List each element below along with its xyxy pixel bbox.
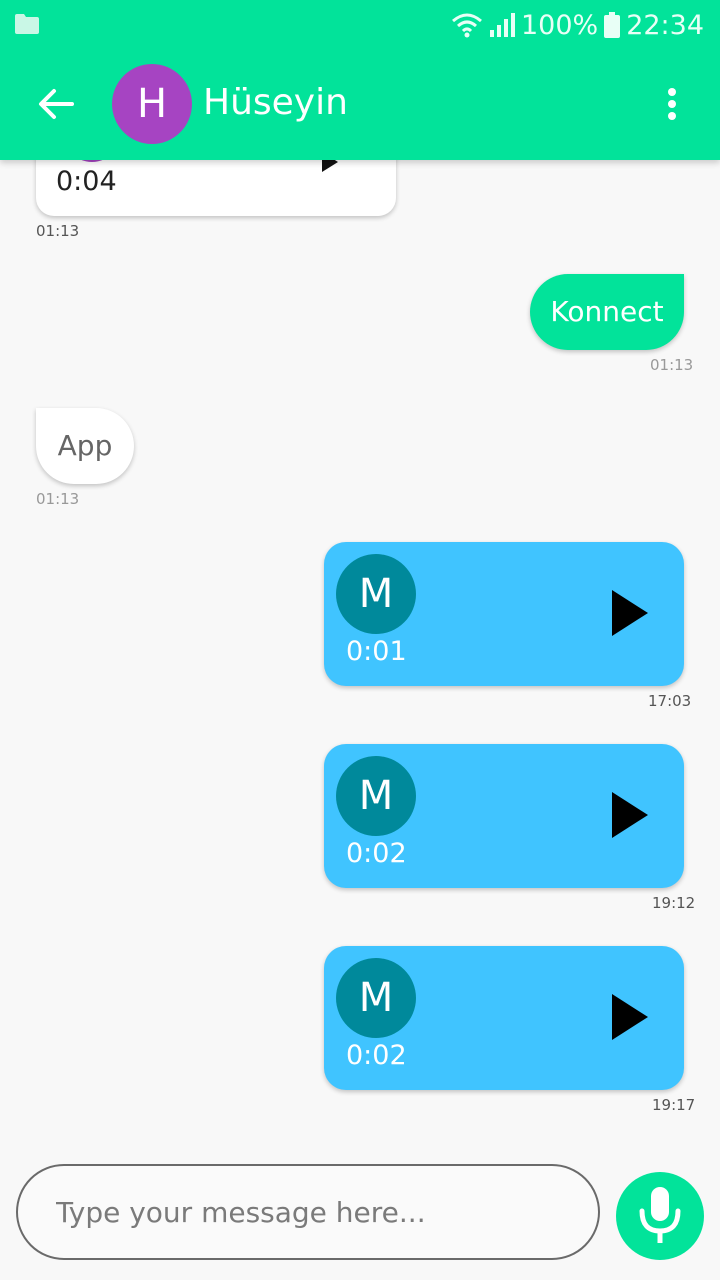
wifi-icon <box>452 13 482 38</box>
status-bar: 100% 22:34 <box>0 0 720 50</box>
battery-percent: 100% <box>520 9 599 41</box>
status-time: 22:34 <box>626 9 704 41</box>
voice-duration: 0:04 <box>56 166 117 197</box>
message-text: App <box>57 429 113 462</box>
message-received-text[interactable]: App <box>36 408 134 484</box>
microphone-icon <box>639 1187 681 1243</box>
message-time: 01:13 <box>650 356 694 374</box>
message-time: 19:17 <box>652 1096 696 1114</box>
play-icon[interactable] <box>612 590 648 636</box>
message-time: 01:13 <box>36 222 80 240</box>
message-input-container <box>16 1164 600 1260</box>
message-text: Konnect <box>550 295 664 328</box>
message-time: 01:13 <box>36 490 80 508</box>
sender-avatar: M <box>336 958 416 1038</box>
message-time: 17:03 <box>648 692 692 710</box>
folder-icon <box>15 14 39 34</box>
battery-icon <box>604 12 621 38</box>
message-input[interactable] <box>56 1195 576 1229</box>
more-vert-icon[interactable] <box>658 84 686 124</box>
back-button[interactable] <box>36 84 76 124</box>
voice-duration: 0:01 <box>346 636 407 667</box>
chat-message-list[interactable]: 0:04 01:13 Konnect 01:13 App 01:13 M 0:0… <box>0 0 720 1150</box>
signal-icon <box>489 13 515 37</box>
sender-avatar: M <box>336 756 416 836</box>
contact-name[interactable]: Hüseyin <box>203 80 348 126</box>
message-sent-voice[interactable]: M 0:02 <box>324 744 684 888</box>
message-sent-text[interactable]: Konnect <box>530 274 684 350</box>
voice-duration: 0:02 <box>346 1040 407 1071</box>
message-time: 19:12 <box>652 894 696 912</box>
app-header: 100% 22:34 H Hüseyin <box>0 0 720 160</box>
play-icon[interactable] <box>612 994 648 1040</box>
play-icon[interactable] <box>612 792 648 838</box>
sender-avatar: M <box>336 554 416 634</box>
contact-avatar[interactable]: H <box>112 64 192 144</box>
voice-duration: 0:02 <box>346 838 407 869</box>
message-sent-voice[interactable]: M 0:01 <box>324 542 684 686</box>
arrow-left-icon <box>39 89 74 119</box>
message-sent-voice[interactable]: M 0:02 <box>324 946 684 1090</box>
mic-button[interactable] <box>616 1172 704 1260</box>
